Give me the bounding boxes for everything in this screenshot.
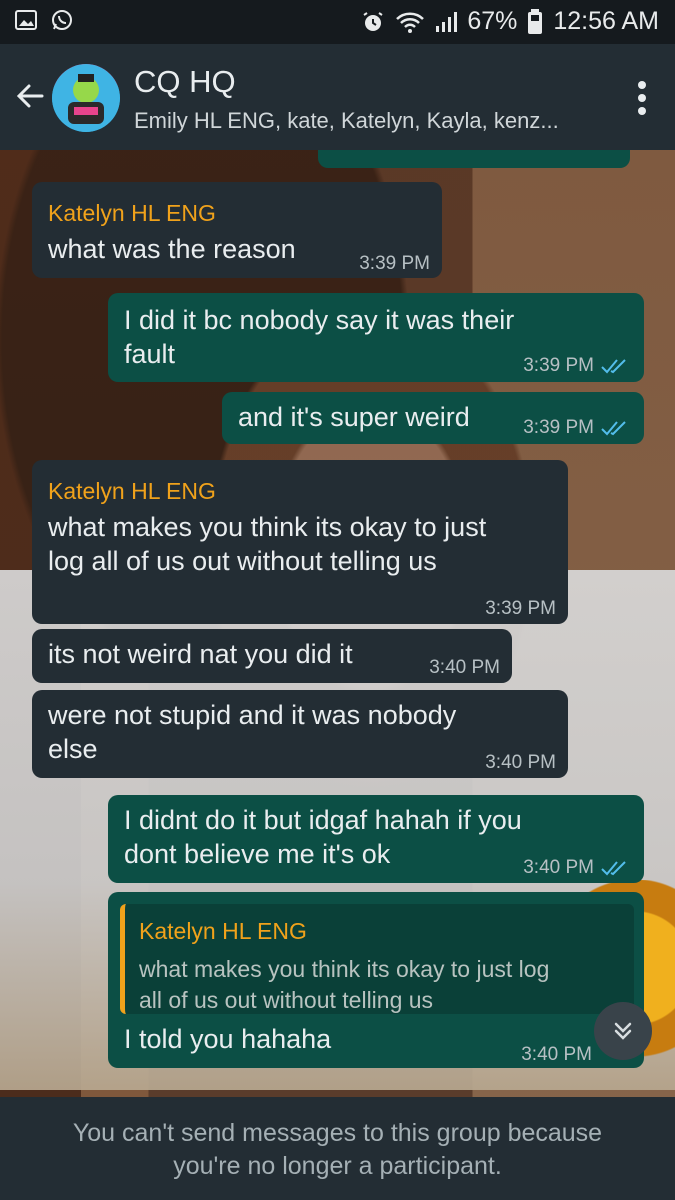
chat-header: CQ HQ Emily HL ENG, kate, Katelyn, Kayla… (0, 44, 675, 150)
sender-name[interactable]: Katelyn HL ENG (48, 474, 216, 508)
message-time: 3:40 PM (485, 752, 556, 773)
whatsapp-icon (52, 10, 72, 30)
message-time: 3:39 PM (485, 598, 556, 619)
battery-percent: 67% (467, 7, 518, 35)
message-bubble[interactable]: Katelyn HL ENG what was the reason 3:39 … (32, 182, 442, 278)
message-bubble[interactable]: I didnt do it but idgaf hahah if you don… (108, 795, 644, 883)
clock: 12:56 AM (553, 7, 659, 35)
read-ticks-icon (601, 861, 626, 876)
message-text: what makes you think its okay to just lo… (48, 512, 487, 576)
message-bubble[interactable]: I did it bc nobody say it was their faul… (108, 293, 644, 382)
signal-icon (436, 11, 458, 32)
message-time: 3:39 PM (523, 411, 630, 445)
alarm-icon (363, 11, 383, 31)
message-time: 3:40 PM (521, 1044, 592, 1065)
quoted-sender: Katelyn HL ENG (139, 918, 307, 944)
avatar-icon (52, 64, 120, 132)
message-time: 3:40 PM (429, 657, 500, 678)
double-chevron-down-icon (614, 1022, 632, 1040)
notice-text: You can't send messages to this group be… (72, 1119, 603, 1180)
scroll-to-bottom-button[interactable] (594, 1002, 652, 1060)
more-options-icon[interactable] (637, 80, 647, 116)
message-text: I told you hahaha (124, 1024, 332, 1054)
message-bubble[interactable]: Katelyn HL ENG what makes you think its … (108, 892, 644, 1068)
message-bubble[interactable]: and it's super weird 3:39 PM (222, 392, 644, 444)
group-avatar[interactable] (52, 64, 120, 132)
message-text: were not stupid and it was nobody else (48, 700, 457, 764)
message-text: what was the reason (48, 234, 296, 264)
message-text: I didnt do it but idgaf hahah if you don… (124, 805, 522, 869)
message-text: I did it bc nobody say it was their faul… (124, 305, 515, 369)
status-bar: 67% 12:56 AM (0, 0, 675, 44)
message-text: and it's super weird (238, 402, 470, 432)
battery-icon (528, 8, 543, 34)
quoted-text: what makes you think its okay to just lo… (139, 956, 550, 1013)
message-bubble[interactable]: were not stupid and it was nobody else 3… (32, 690, 568, 778)
wifi-icon (396, 12, 425, 33)
message-bubble[interactable]: its not weird nat you did it 3:40 PM (32, 629, 512, 683)
back-arrow-icon[interactable] (12, 78, 48, 114)
sender-name[interactable]: Katelyn HL ENG (48, 196, 216, 230)
read-ticks-icon (601, 359, 626, 374)
group-title[interactable]: CQ HQ (134, 64, 236, 100)
message-time: 3:39 PM (359, 253, 430, 274)
message-time: 3:40 PM (523, 851, 630, 885)
read-ticks-icon (601, 421, 626, 436)
message-text: its not weird nat you did it (48, 639, 353, 669)
message-bubble-partial[interactable] (318, 150, 630, 168)
message-bubble[interactable]: Katelyn HL ENG what makes you think its … (32, 460, 568, 624)
non-participant-notice: You can't send messages to this group be… (0, 1097, 675, 1200)
chat-area[interactable]: Katelyn HL ENG what was the reason 3:39 … (0, 150, 675, 1097)
group-participants[interactable]: Emily HL ENG, kate, Katelyn, Kayla, kenz… (134, 108, 559, 134)
gallery-icon (15, 10, 37, 30)
quoted-message[interactable]: Katelyn HL ENG what makes you think its … (120, 904, 634, 1014)
message-time: 3:39 PM (523, 349, 630, 383)
